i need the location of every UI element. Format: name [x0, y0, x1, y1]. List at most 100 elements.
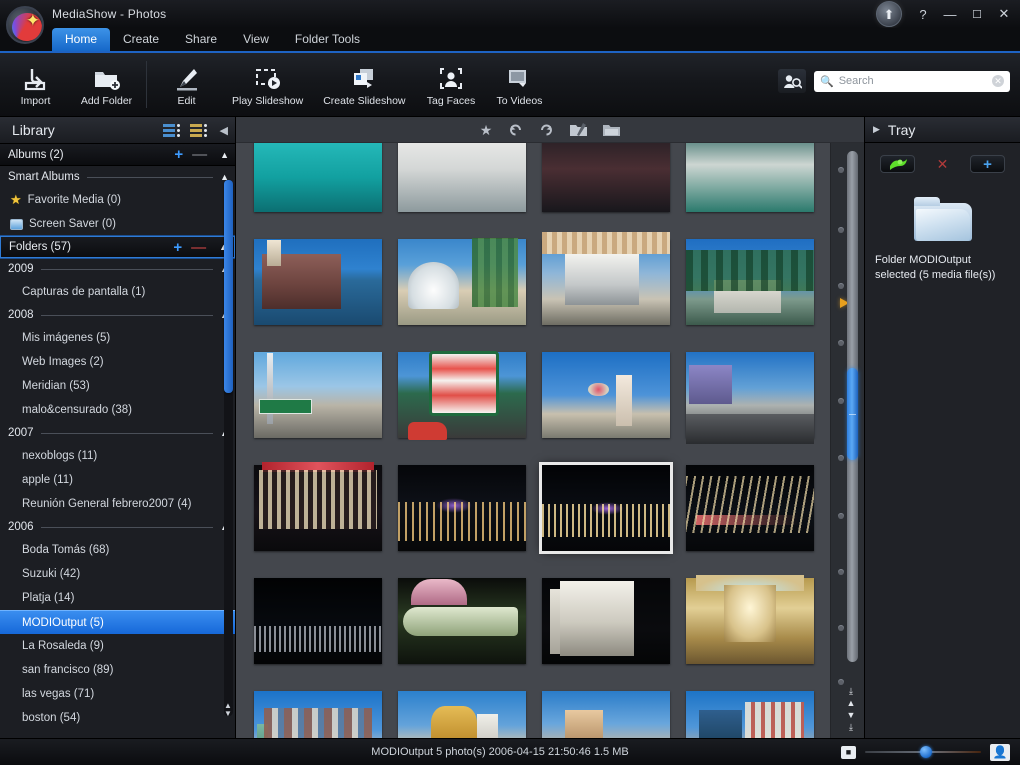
library-scroll-arrows[interactable]: ▲ ▼ — [223, 702, 233, 718]
photo-skyline-night[interactable] — [254, 571, 382, 670]
grid-scrollbar-thumb[interactable] — [847, 368, 858, 460]
clear-icon[interactable]: ✕ — [992, 75, 1004, 87]
timeline-dot[interactable] — [838, 167, 844, 173]
photo-monorail-tram[interactable] — [398, 571, 526, 670]
rotate-left-icon[interactable] — [508, 122, 523, 137]
photo-strip-night-overview[interactable] — [542, 458, 670, 557]
ribbon-edit-button[interactable]: Edit — [151, 53, 222, 116]
photo-venetian[interactable] — [254, 232, 382, 331]
search-input[interactable]: 🔍 Search ✕ — [814, 71, 1010, 92]
zoom-slider-knob[interactable] — [920, 746, 932, 758]
sidebar-item-screen-saver[interactable]: Screen Saver (0) — [0, 212, 235, 236]
sidebar-item-favorite-media[interactable]: ★ Favorite Media (0) — [0, 188, 235, 212]
sidebar-item-reunion-general[interactable]: Reunión General febrero2007 (4) — [0, 492, 235, 516]
sidebar-item-malo-censurado[interactable]: malo&censurado (38) — [0, 398, 235, 422]
sidebar-item-modioutput[interactable]: MODIOutput (5) — [0, 610, 235, 634]
grid-nav-buttons[interactable]: ⤓ ▲ ▼ ⤓ — [845, 687, 857, 732]
photo-strip-night-1[interactable] — [398, 458, 526, 557]
maximize-button[interactable]: ☐ — [969, 8, 985, 21]
grid-scroller[interactable]: ⤓ ▲ ▼ ⤓ — [830, 143, 864, 738]
folder-icon[interactable] — [603, 123, 620, 137]
timeline-dot[interactable] — [838, 283, 844, 289]
face-search-icon[interactable] — [778, 69, 806, 93]
sidebar-item-las-vegas[interactable]: las vegas (71) — [0, 682, 235, 706]
triangle-down-icon[interactable]: ▼ — [847, 711, 856, 720]
timeline-dot[interactable] — [838, 625, 844, 631]
photo-top-4[interactable] — [686, 143, 814, 218]
ribbon-create-slideshow-button[interactable]: Create Slideshow — [313, 53, 415, 116]
help-button[interactable]: ? — [915, 7, 931, 22]
favorite-star-icon[interactable]: ★ — [480, 123, 493, 137]
jump-first-icon[interactable]: ⤓ — [849, 687, 853, 696]
sidebar-item-capturas-de-pantalla[interactable]: Capturas de pantalla (1) — [0, 280, 235, 304]
photo-casino-marquee[interactable] — [398, 345, 526, 444]
library-tree[interactable]: Albums (2) + — ▲ Smart Albums ▲ ★ Favori… — [0, 143, 235, 738]
photo-top-3[interactable] — [542, 143, 670, 218]
library-scrollbar-thumb[interactable] — [224, 180, 233, 393]
small-thumbnail-icon[interactable]: ■ — [841, 746, 856, 759]
sidebar-item-meridian[interactable]: Meridian (53) — [0, 374, 235, 398]
ribbon-tag-faces-button[interactable]: Tag Faces — [416, 53, 487, 116]
sidebar-item-apple[interactable]: apple (11) — [0, 468, 235, 492]
ribbon-to-videos-button[interactable]: To Videos — [487, 53, 553, 116]
plus-icon[interactable]: + — [173, 240, 182, 255]
triangle-right-icon[interactable]: ▶ — [873, 124, 880, 135]
photo-strip-daytime[interactable] — [686, 345, 814, 444]
rotate-right-icon[interactable] — [539, 122, 554, 137]
tab-create[interactable]: Create — [110, 28, 172, 51]
list-view-orange-icon[interactable] — [190, 124, 208, 137]
timeline-dot[interactable] — [838, 340, 844, 346]
grid-scrollbar-track[interactable] — [847, 151, 858, 662]
tag-folder-icon[interactable] — [570, 123, 587, 137]
library-group-2009[interactable]: 2009 ▲ — [0, 258, 235, 280]
sidebar-item-la-rosaleda[interactable]: La Rosaleda (9) — [0, 634, 235, 658]
photo-strip-road[interactable] — [542, 684, 670, 738]
collapse-left-icon[interactable]: ◀ — [217, 124, 231, 137]
minus-icon-red[interactable]: — — [191, 240, 206, 255]
timeline-dot[interactable] — [838, 398, 844, 404]
close-button[interactable]: ✕ — [996, 6, 1012, 22]
photo-excalibur[interactable] — [686, 684, 814, 738]
tray-add-button[interactable]: + — [970, 155, 1005, 173]
triangle-down-icon[interactable]: ▼ — [224, 710, 232, 718]
photo-new-york-new-york[interactable] — [254, 684, 382, 738]
triangle-up-icon[interactable]: ▲ — [847, 699, 856, 708]
photo-top-2[interactable] — [398, 143, 526, 218]
sidebar-item-web-images[interactable]: Web Images (2) — [0, 350, 235, 374]
photo-top-1[interactable] — [254, 143, 382, 218]
photo-las-vegas-blvd-sign[interactable] — [254, 345, 382, 444]
tray-export-button[interactable] — [880, 155, 915, 173]
photo-caesars-forum[interactable] — [686, 571, 814, 670]
ribbon-import-button[interactable]: Import — [0, 53, 71, 116]
timeline-dot[interactable] — [838, 569, 844, 575]
library-scrollbar[interactable] — [224, 180, 233, 716]
library-group-2007[interactable]: 2007 ▲ — [0, 422, 235, 444]
timeline-dot[interactable] — [838, 513, 844, 519]
list-view-blue-icon[interactable] — [163, 124, 181, 137]
photo-mgm-lion[interactable] — [398, 684, 526, 738]
tray-remove-button[interactable]: ✕ — [925, 155, 960, 173]
tab-folder-tools[interactable]: Folder Tools — [282, 28, 373, 51]
library-group-2006[interactable]: 2006 ▲ — [0, 516, 235, 538]
ribbon-play-slideshow-button[interactable]: Play Slideshow — [222, 53, 313, 116]
timeline-dot[interactable] — [838, 679, 844, 685]
tab-share[interactable]: Share — [172, 28, 230, 51]
library-group-smart-albums[interactable]: Smart Albums ▲ — [0, 166, 235, 188]
timeline-dot[interactable] — [838, 227, 844, 233]
tray-header[interactable]: ▶ Tray — [865, 117, 1020, 143]
timeline-dot[interactable] — [838, 455, 844, 461]
sidebar-item-platja[interactable]: Platja (14) — [0, 586, 235, 610]
library-section-albums[interactable]: Albums (2) + — ▲ — [0, 144, 235, 166]
photo-treasure-island[interactable] — [542, 232, 670, 331]
tab-view[interactable]: View — [230, 28, 282, 51]
triangle-up-icon[interactable]: ▲ — [220, 150, 229, 160]
plus-icon[interactable]: + — [174, 147, 183, 162]
photo-grid-area[interactable] — [236, 143, 864, 738]
photo-mirage-volcano[interactable] — [398, 232, 526, 331]
zoom-slider[interactable] — [865, 746, 981, 758]
large-thumbnail-icon[interactable]: 👤 — [990, 744, 1010, 761]
photo-bellagio-night[interactable] — [542, 571, 670, 670]
photo-strip-night-3[interactable] — [686, 458, 814, 557]
library-section-folders[interactable]: Folders (57) + — ▲ — [0, 236, 235, 258]
tab-home[interactable]: Home — [52, 28, 110, 51]
